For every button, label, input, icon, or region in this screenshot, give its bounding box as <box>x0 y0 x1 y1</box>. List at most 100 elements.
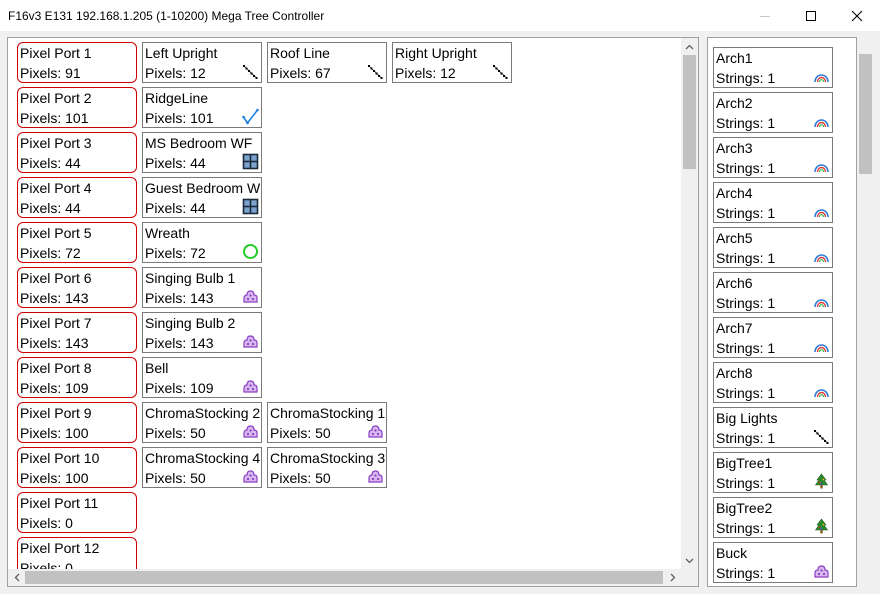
model-chromastocking-1[interactable]: ChromaStocking 1 Pixels: 50 <box>267 402 387 443</box>
port-vertical-scrollbar[interactable] <box>681 38 698 569</box>
model-chromastocking-3[interactable]: ChromaStocking 3 Pixels: 50 <box>267 447 387 488</box>
pixel-port-4-count: Pixels: 44 <box>20 200 81 216</box>
tree-icon <box>813 473 830 490</box>
pixel-port-11[interactable]: Pixel Port 11 Pixels: 0 <box>17 492 137 533</box>
model-bigtree2-count: Strings: 1 <box>716 520 776 536</box>
pixel-port-12-count: Pixels: 0 <box>20 560 73 569</box>
pixel-port-3[interactable]: Pixel Port 3 Pixels: 44 <box>17 132 137 173</box>
model-buck[interactable]: Buck Strings: 1 <box>713 542 833 583</box>
model-ridgeline-label: RidgeLine <box>145 90 209 106</box>
pixel-port-10-label: Pixel Port 10 <box>20 450 100 466</box>
pixel-port-2[interactable]: Pixel Port 2 Pixels: 101 <box>17 87 137 128</box>
pixel-port-4[interactable]: Pixel Port 4 Pixels: 44 <box>17 177 137 218</box>
model-arch6-label: Arch6 <box>716 275 753 291</box>
model-bigtree1[interactable]: BigTree1 Strings: 1 <box>713 452 833 493</box>
chevron-right-icon <box>670 573 675 582</box>
model-singing-bulb-2-label: Singing Bulb 2 <box>145 315 236 331</box>
model-bell[interactable]: Bell Pixels: 109 <box>142 357 262 398</box>
model-ridgeline[interactable]: RidgeLine Pixels: 101 <box>142 87 262 128</box>
scroll-right-button[interactable] <box>664 569 681 586</box>
model-roof-line[interactable]: Roof Line Pixels: 67 <box>267 42 387 83</box>
model-big-lights-label: Big Lights <box>716 410 778 426</box>
chevron-left-icon <box>14 573 19 582</box>
models-scroll-thumb[interactable] <box>859 54 872 174</box>
pixel-port-3-label: Pixel Port 3 <box>20 135 92 151</box>
pixel-port-9[interactable]: Pixel Port 9 Pixels: 100 <box>17 402 137 443</box>
model-arch3[interactable]: Arch3 Strings: 1 <box>713 137 833 178</box>
model-guest-bedroom-w-label: Guest Bedroom W <box>145 180 261 196</box>
model-bigtree1-count: Strings: 1 <box>716 475 776 491</box>
model-chromastocking-4[interactable]: ChromaStocking 4 Pixels: 50 <box>142 447 262 488</box>
pixel-port-12[interactable]: Pixel Port 12 Pixels: 0 <box>17 537 137 569</box>
model-right-upright-label: Right Upright <box>395 45 477 61</box>
arch-icon <box>813 293 830 310</box>
close-button[interactable] <box>834 0 880 31</box>
model-arch6[interactable]: Arch6 Strings: 1 <box>713 272 833 313</box>
model-chromastocking-2[interactable]: ChromaStocking 2 Pixels: 50 <box>142 402 262 443</box>
pixel-port-5-label: Pixel Port 5 <box>20 225 92 241</box>
scroll-thumb-horizontal[interactable] <box>25 571 663 584</box>
model-arch2[interactable]: Arch2 Strings: 1 <box>713 92 833 133</box>
model-left-upright[interactable]: Left Upright Pixels: 12 <box>142 42 262 83</box>
model-guest-bedroom-w[interactable]: Guest Bedroom W Pixels: 44 <box>142 177 262 218</box>
port-panel[interactable]: Pixel Port 1 Pixels: 91 Left Upright Pixels… <box>7 37 699 587</box>
pixel-port-7-count: Pixels: 143 <box>20 335 89 351</box>
model-arch4-label: Arch4 <box>716 185 753 201</box>
pixel-port-1[interactable]: Pixel Port 1 Pixels: 91 <box>17 42 137 83</box>
model-ridgeline-count: Pixels: 101 <box>145 110 214 126</box>
model-left-upright-label: Left Upright <box>145 45 218 61</box>
model-arch3-label: Arch3 <box>716 140 753 156</box>
model-ms-bedroom-wf-count: Pixels: 44 <box>145 155 206 171</box>
pixel-port-10[interactable]: Pixel Port 10 Pixels: 100 <box>17 447 137 488</box>
model-wreath[interactable]: Wreath Pixels: 72 <box>142 222 262 263</box>
window-frame-icon <box>242 198 259 215</box>
scroll-thumb[interactable] <box>683 55 696 169</box>
model-bell-label: Bell <box>145 360 169 376</box>
model-big-lights[interactable]: Big Lights Strings: 1 <box>713 407 833 448</box>
minimize-button-real[interactable] <box>742 0 788 31</box>
pixel-port-11-label: Pixel Port 11 <box>20 495 99 511</box>
model-ms-bedroom-wf[interactable]: MS Bedroom WF Pixels: 44 <box>142 132 262 173</box>
model-bigtree2[interactable]: BigTree2 Strings: 1 <box>713 497 833 538</box>
model-bigtree1-label: BigTree1 <box>716 455 773 471</box>
pixel-port-7[interactable]: Pixel Port 7 Pixels: 143 <box>17 312 137 353</box>
model-arch8[interactable]: Arch8 Strings: 1 <box>713 362 833 403</box>
scroll-left-button[interactable] <box>8 569 25 586</box>
model-singing-bulb-1[interactable]: Singing Bulb 1 Pixels: 143 <box>142 267 262 308</box>
model-singing-bulb-2[interactable]: Singing Bulb 2 Pixels: 143 <box>142 312 262 353</box>
model-chromastocking-2-count: Pixels: 50 <box>145 425 206 441</box>
model-right-upright[interactable]: Right Upright Pixels: 12 <box>392 42 512 83</box>
window-frame-icon <box>242 153 259 170</box>
model-arch1[interactable]: Arch1 Strings: 1 <box>713 47 833 88</box>
scroll-down-button[interactable] <box>681 552 698 569</box>
model-arch1-count: Strings: 1 <box>716 70 776 86</box>
pixel-port-7-label: Pixel Port 7 <box>20 315 92 331</box>
maximize-button[interactable] <box>788 0 834 31</box>
line-icon <box>813 428 830 445</box>
pixel-port-6[interactable]: Pixel Port 6 Pixels: 143 <box>17 267 137 308</box>
model-arch7[interactable]: Arch7 Strings: 1 <box>713 317 833 358</box>
line-icon <box>492 63 509 80</box>
pixel-port-8[interactable]: Pixel Port 8 Pixels: 109 <box>17 357 137 398</box>
scroll-up-button[interactable] <box>681 38 698 55</box>
pixel-port-4-label: Pixel Port 4 <box>20 180 92 196</box>
model-chromastocking-4-count: Pixels: 50 <box>145 470 206 486</box>
arch-icon <box>813 338 830 355</box>
model-arch2-label: Arch2 <box>716 95 753 111</box>
pixel-port-1-count: Pixels: 91 <box>20 65 81 81</box>
minimize-icon <box>760 15 770 17</box>
port-grid[interactable]: Pixel Port 1 Pixels: 91 Left Upright Pixels… <box>8 38 681 569</box>
model-singing-bulb-2-count: Pixels: 143 <box>145 335 214 351</box>
chevron-up-icon <box>685 44 694 49</box>
model-chromastocking-2-label: ChromaStocking 2 <box>145 405 261 421</box>
model-chromastocking-1-label: ChromaStocking 1 <box>270 405 386 421</box>
model-arch5-count: Strings: 1 <box>716 250 776 266</box>
pixel-port-5[interactable]: Pixel Port 5 Pixels: 72 <box>17 222 137 263</box>
unassigned-models-panel[interactable]: Arch1 Strings: 1 Arch2 Strings: 1 Arch3 Strin… <box>707 37 857 587</box>
model-arch4[interactable]: Arch4 Strings: 1 <box>713 182 833 223</box>
model-arch5[interactable]: Arch5 Strings: 1 <box>713 227 833 268</box>
models-vertical-scrollbar[interactable] <box>857 37 874 587</box>
model-arch1-label: Arch1 <box>716 50 753 66</box>
pixel-port-8-count: Pixels: 109 <box>20 380 89 396</box>
port-horizontal-scrollbar[interactable] <box>8 569 681 586</box>
